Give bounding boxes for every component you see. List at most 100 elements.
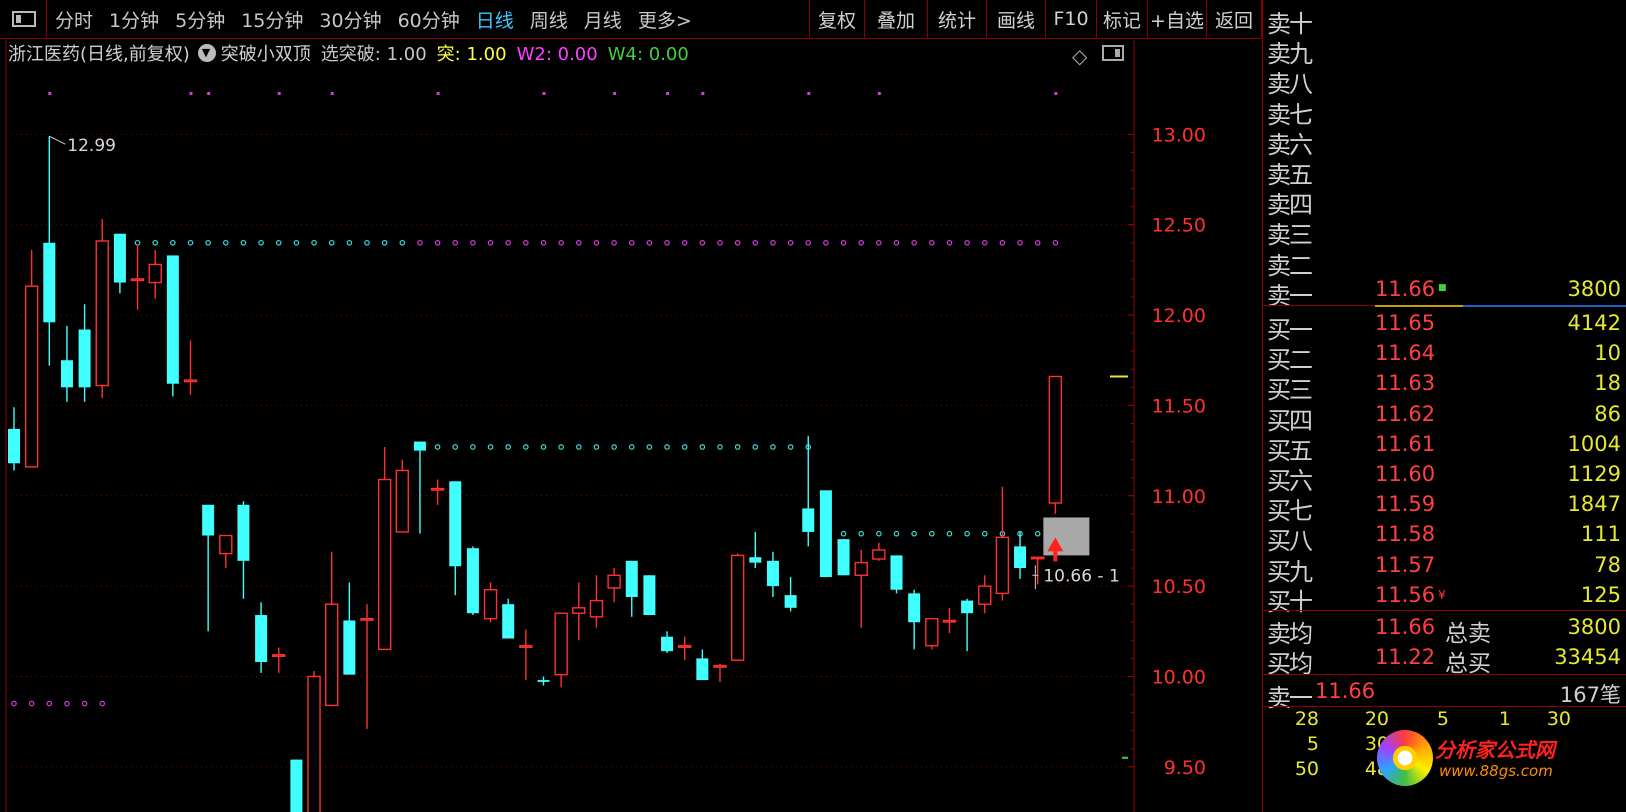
window-icon[interactable] (12, 11, 36, 27)
resistance-dot (293, 239, 300, 246)
period-tab-5[interactable]: 60分钟 (390, 6, 468, 33)
resistance-dot (858, 530, 865, 537)
candle-body (678, 645, 692, 648)
period-tab-7[interactable]: 周线 (522, 6, 576, 33)
ask-bid-divider-accent-2 (1463, 305, 1626, 307)
toolbar-button-4[interactable]: F10 (1046, 0, 1097, 38)
bid-row[interactable]: 买五 11.61 1004 (1263, 429, 1626, 465)
ask-row[interactable]: 卖一 11.66 3800 ■ (1263, 274, 1626, 310)
ask-row[interactable]: 卖七 (1263, 93, 1626, 129)
bid-row[interactable]: 买四 11.62 86 (1263, 399, 1626, 435)
toolbar-button-6[interactable]: +自选 (1148, 0, 1207, 38)
tick-value: 20 (1364, 708, 1389, 730)
toolbar-button-5[interactable]: 标记 (1097, 0, 1148, 38)
toolbar-button-1[interactable]: 叠加 (865, 0, 928, 38)
signal-dot (877, 92, 881, 95)
resistance-dot (823, 239, 829, 246)
candle-body (43, 242, 56, 323)
signal-dot (807, 92, 811, 95)
bid-avg-row: 买均 11.22 总买 33454 (1263, 642, 1626, 678)
resistance-dot (928, 530, 935, 537)
resistance-dot (981, 530, 988, 537)
candle-body (202, 504, 215, 536)
ask-row[interactable]: 卖六 (1263, 123, 1626, 159)
bid-row[interactable]: 买二 11.64 10 (1263, 338, 1626, 374)
ask-row[interactable]: 卖十 (1263, 2, 1626, 38)
bid-row[interactable]: 买九 11.57 78 (1263, 550, 1626, 586)
candle-body (78, 329, 91, 388)
bid-price: 11.58 (1375, 522, 1436, 547)
resistance-dot (752, 444, 759, 450)
period-tab-4[interactable]: 30分钟 (311, 6, 389, 33)
watermark-title: 分析家公式网 (1435, 738, 1555, 762)
ask-row[interactable]: 卖五 (1263, 153, 1626, 189)
signal-dot (48, 92, 52, 95)
toolbar-button-0[interactable]: 复权 (810, 0, 865, 38)
bid-row[interactable]: 买六 11.60 1129 (1263, 459, 1626, 495)
period-tab-3[interactable]: 15分钟 (233, 6, 311, 33)
candle-body (802, 508, 815, 532)
resistance-dot (540, 239, 547, 246)
indicator-name[interactable]: 突破小双顶 (221, 40, 311, 66)
resistance-dot (893, 530, 900, 537)
buy-signal-arrow-stem (1053, 551, 1058, 562)
candle-body (661, 636, 674, 652)
toolbar-button-3[interactable]: 画线 (987, 0, 1046, 38)
candle-body (183, 379, 198, 383)
resistance-dot (170, 239, 176, 246)
resistance-dot (575, 444, 582, 450)
period-tab-8[interactable]: 月线 (576, 6, 630, 33)
resistance-dot (699, 239, 706, 246)
resistance-dot (487, 239, 494, 246)
period-tab-9[interactable]: 更多> (630, 6, 700, 33)
toolbar-button-7[interactable]: 返回 (1207, 0, 1262, 38)
indicator-field-0: 选突破: 1.00 (321, 44, 427, 65)
period-tab-1[interactable]: 1分钟 (101, 6, 167, 33)
resistance-dot (893, 239, 900, 246)
bid-row[interactable]: 买三 11.63 18 (1263, 368, 1626, 404)
avg-price: 11.66 (1375, 615, 1436, 639)
toolbar-button-2[interactable]: 统计 (928, 0, 987, 38)
diamond-icon[interactable]: ◇ (1072, 44, 1087, 68)
ask-avg-row: 卖均 11.66 总卖 3800 (1263, 612, 1626, 648)
resistance-dot (928, 239, 935, 246)
resistance-dot (434, 239, 441, 246)
resistance-dot (593, 239, 600, 246)
bid-volume: 86 (1594, 401, 1621, 426)
bid-price: 11.56 (1375, 582, 1436, 607)
bid-volume: 111 (1580, 522, 1621, 547)
resistance-dot (770, 239, 776, 246)
resistance-dot (452, 444, 459, 450)
resistance-dot (328, 239, 335, 246)
expand-icon[interactable] (1102, 45, 1124, 61)
candle-body (60, 360, 73, 388)
candlestick-chart[interactable]: 13.00 12.50 12.00 11.50 11.00 10.50 10.00 9.50 1… (0, 0, 1262, 812)
candle-body (377, 478, 392, 651)
ask-row[interactable]: 卖四 (1263, 183, 1626, 219)
stock-name[interactable]: 浙江医药(日线,前复权) (8, 40, 190, 66)
ask-row[interactable]: 卖二 (1263, 244, 1626, 280)
ask-row[interactable]: 卖八 (1263, 62, 1626, 98)
candle-body (872, 549, 886, 560)
candle-body (1030, 556, 1045, 560)
resistance-dot (787, 444, 794, 450)
period-tab-0[interactable]: 分时 (47, 6, 101, 33)
resistance-dot (646, 444, 653, 450)
bid-volume: 1004 (1567, 431, 1621, 456)
bid-row[interactable]: 买十 11.56 125 ¥ (1263, 580, 1626, 616)
candle-body (307, 675, 321, 812)
candle-body (713, 664, 727, 668)
bid-row[interactable]: 买七 11.59 1847 (1263, 489, 1626, 525)
settings-icon[interactable]: ▼ (197, 44, 216, 62)
y-tick-label: 11.50 (1152, 395, 1206, 417)
bid-volume: 1129 (1567, 462, 1621, 486)
resistance-dot (664, 444, 670, 450)
period-tab-2[interactable]: 5分钟 (167, 6, 233, 33)
ask-row[interactable]: 卖九 (1263, 32, 1626, 68)
resistance-dot (346, 239, 353, 246)
bid-row[interactable]: 买一 11.65 4142 (1263, 308, 1626, 344)
bid-row[interactable]: 买八 11.58 111 (1263, 519, 1626, 555)
period-tab-6[interactable]: 日线 (468, 6, 522, 33)
resistance-dot (946, 530, 953, 537)
ask-row[interactable]: 卖三 (1263, 213, 1626, 249)
